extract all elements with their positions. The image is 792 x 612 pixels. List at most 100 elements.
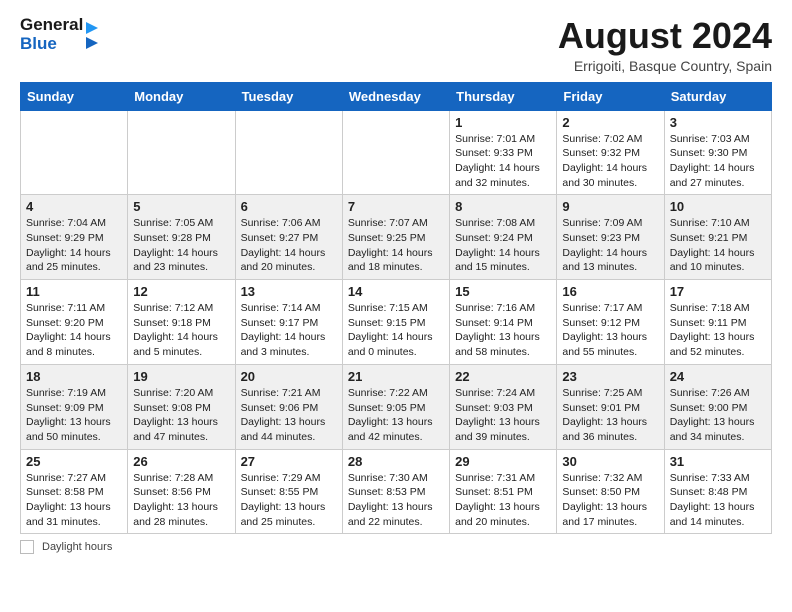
title-block: August 2024 Errigoiti, Basque Country, S…	[558, 16, 772, 74]
calendar-cell: 10Sunrise: 7:10 AM Sunset: 9:21 PM Dayli…	[664, 195, 771, 280]
calendar-cell: 7 Sunrise: 7:07 AM Sunset: 9:25 PM Daylig…	[342, 195, 449, 280]
calendar-cell: 21 Sunrise: 7:22 AM Sunset: 9:05 PM Dayli…	[342, 364, 449, 449]
day-number: 14	[348, 284, 444, 299]
day-info: Sunrise: 7:20 AM Sunset: 9:08 PM Dayligh…	[133, 386, 229, 445]
calendar-cell: 9 Sunrise: 7:09 AM Sunset: 9:23 PM Daylig…	[557, 195, 664, 280]
day-number: 2	[562, 115, 658, 130]
day-info: Sunrise: 7:04 AM Sunset: 9:29 PM Dayligh…	[26, 216, 122, 275]
calendar-cell: 1 Sunrise: 7:01 AM Sunset: 9:33 PM Daylig…	[450, 110, 557, 195]
day-info: Sunrise: 7:31 AM Sunset: 8:51 PM Dayligh…	[455, 471, 551, 530]
day-number: 21	[348, 369, 444, 384]
day-info: Sunrise: 7:19 AM Sunset: 9:09 PM Dayligh…	[26, 386, 122, 445]
day-info: Sunrise: 7:02 AM Sunset: 9:32 PM Dayligh…	[562, 132, 658, 191]
day-number: 23	[562, 369, 658, 384]
day-info: Sunrise: 7:18 AM Sunset: 9:11 PM Dayligh…	[670, 301, 766, 360]
day-info: Sunrise: 7:25 AM Sunset: 9:01 PM Dayligh…	[562, 386, 658, 445]
calendar-cell: 6Sunrise: 7:06 AM Sunset: 9:27 PM Daylig…	[235, 195, 342, 280]
day-info: Sunrise: 7:22 AM Sunset: 9:05 PM Dayligh…	[348, 386, 444, 445]
day-info: Sunrise: 7:33 AM Sunset: 8:48 PM Dayligh…	[670, 471, 766, 530]
calendar-cell: 12Sunrise: 7:12 AM Sunset: 9:18 PM Dayli…	[128, 280, 235, 365]
day-number: 27	[241, 454, 337, 469]
calendar-cell: 24Sunrise: 7:26 AM Sunset: 9:00 PM Dayli…	[664, 364, 771, 449]
day-header-thursday: Thursday	[450, 82, 557, 110]
day-info: Sunrise: 7:05 AM Sunset: 9:28 PM Dayligh…	[133, 216, 229, 275]
day-info: Sunrise: 7:29 AM Sunset: 8:55 PM Dayligh…	[241, 471, 337, 530]
day-info: Sunrise: 7:12 AM Sunset: 9:18 PM Dayligh…	[133, 301, 229, 360]
day-number: 3	[670, 115, 766, 130]
calendar-cell	[235, 110, 342, 195]
header: General Blue August 2024 Errigoiti, Basq…	[20, 16, 772, 74]
calendar-week-5: 25 Sunrise: 7:27 AM Sunset: 8:58 PM Dayli…	[21, 449, 772, 534]
footer: Daylight hours	[20, 540, 772, 554]
page: General Blue August 2024 Errigoiti, Basq…	[0, 0, 792, 564]
calendar-cell: 3 Sunrise: 7:03 AM Sunset: 9:30 PM Daylig…	[664, 110, 771, 195]
day-number: 9	[562, 199, 658, 214]
day-number: 17	[670, 284, 766, 299]
day-info: Sunrise: 7:27 AM Sunset: 8:58 PM Dayligh…	[26, 471, 122, 530]
day-info: Sunrise: 7:21 AM Sunset: 9:06 PM Dayligh…	[241, 386, 337, 445]
calendar-cell: 17 Sunrise: 7:18 AM Sunset: 9:11 PM Dayli…	[664, 280, 771, 365]
logo-arrow-icon	[86, 22, 98, 49]
calendar-cell	[342, 110, 449, 195]
calendar-cell: 4 Sunrise: 7:04 AM Sunset: 9:29 PM Daylig…	[21, 195, 128, 280]
calendar-subtitle: Errigoiti, Basque Country, Spain	[558, 58, 772, 74]
calendar-cell: 18 Sunrise: 7:19 AM Sunset: 9:09 PM Dayli…	[21, 364, 128, 449]
legend-label: Daylight hours	[42, 541, 112, 553]
day-header-friday: Friday	[557, 82, 664, 110]
day-header-wednesday: Wednesday	[342, 82, 449, 110]
day-info: Sunrise: 7:08 AM Sunset: 9:24 PM Dayligh…	[455, 216, 551, 275]
day-number: 19	[133, 369, 229, 384]
day-info: Sunrise: 7:24 AM Sunset: 9:03 PM Dayligh…	[455, 386, 551, 445]
day-info: Sunrise: 7:09 AM Sunset: 9:23 PM Dayligh…	[562, 216, 658, 275]
calendar-week-1: 1 Sunrise: 7:01 AM Sunset: 9:33 PM Daylig…	[21, 110, 772, 195]
calendar-cell	[128, 110, 235, 195]
logo-text-block: General Blue	[20, 16, 98, 53]
day-number: 25	[26, 454, 122, 469]
day-number: 13	[241, 284, 337, 299]
day-number: 18	[26, 369, 122, 384]
day-number: 1	[455, 115, 551, 130]
calendar-cell: 15Sunrise: 7:16 AM Sunset: 9:14 PM Dayli…	[450, 280, 557, 365]
calendar-cell: 8 Sunrise: 7:08 AM Sunset: 9:24 PM Daylig…	[450, 195, 557, 280]
day-header-tuesday: Tuesday	[235, 82, 342, 110]
day-number: 8	[455, 199, 551, 214]
logo-blue: Blue	[20, 35, 83, 54]
day-info: Sunrise: 7:03 AM Sunset: 9:30 PM Dayligh…	[670, 132, 766, 191]
calendar-cell: 25 Sunrise: 7:27 AM Sunset: 8:58 PM Dayli…	[21, 449, 128, 534]
calendar-week-2: 4 Sunrise: 7:04 AM Sunset: 9:29 PM Daylig…	[21, 195, 772, 280]
calendar-cell: 27 Sunrise: 7:29 AM Sunset: 8:55 PM Dayli…	[235, 449, 342, 534]
calendar-cell: 19 Sunrise: 7:20 AM Sunset: 9:08 PM Dayli…	[128, 364, 235, 449]
calendar-cell: 2 Sunrise: 7:02 AM Sunset: 9:32 PM Daylig…	[557, 110, 664, 195]
day-header-monday: Monday	[128, 82, 235, 110]
day-number: 20	[241, 369, 337, 384]
calendar-cell: 23 Sunrise: 7:25 AM Sunset: 9:01 PM Dayli…	[557, 364, 664, 449]
calendar-cell: 20 Sunrise: 7:21 AM Sunset: 9:06 PM Dayli…	[235, 364, 342, 449]
calendar-cell: 30Sunrise: 7:32 AM Sunset: 8:50 PM Dayli…	[557, 449, 664, 534]
day-number: 29	[455, 454, 551, 469]
calendar-cell: 13Sunrise: 7:14 AM Sunset: 9:17 PM Dayli…	[235, 280, 342, 365]
calendar-cell: 29 Sunrise: 7:31 AM Sunset: 8:51 PM Dayli…	[450, 449, 557, 534]
calendar-cell	[21, 110, 128, 195]
calendar-header-row: SundayMondayTuesdayWednesdayThursdayFrid…	[21, 82, 772, 110]
calendar-table: SundayMondayTuesdayWednesdayThursdayFrid…	[20, 82, 772, 535]
day-header-saturday: Saturday	[664, 82, 771, 110]
day-info: Sunrise: 7:01 AM Sunset: 9:33 PM Dayligh…	[455, 132, 551, 191]
day-number: 26	[133, 454, 229, 469]
calendar-cell: 5Sunrise: 7:05 AM Sunset: 9:28 PM Daylig…	[128, 195, 235, 280]
day-number: 11	[26, 284, 122, 299]
day-info: Sunrise: 7:11 AM Sunset: 9:20 PM Dayligh…	[26, 301, 122, 360]
day-info: Sunrise: 7:07 AM Sunset: 9:25 PM Dayligh…	[348, 216, 444, 275]
day-info: Sunrise: 7:32 AM Sunset: 8:50 PM Dayligh…	[562, 471, 658, 530]
calendar-cell: 16Sunrise: 7:17 AM Sunset: 9:12 PM Dayli…	[557, 280, 664, 365]
day-info: Sunrise: 7:26 AM Sunset: 9:00 PM Dayligh…	[670, 386, 766, 445]
day-number: 7	[348, 199, 444, 214]
day-info: Sunrise: 7:30 AM Sunset: 8:53 PM Dayligh…	[348, 471, 444, 530]
day-header-sunday: Sunday	[21, 82, 128, 110]
logo-general: General	[20, 16, 83, 35]
day-number: 31	[670, 454, 766, 469]
calendar-week-4: 18 Sunrise: 7:19 AM Sunset: 9:09 PM Dayli…	[21, 364, 772, 449]
day-info: Sunrise: 7:10 AM Sunset: 9:21 PM Dayligh…	[670, 216, 766, 275]
day-number: 28	[348, 454, 444, 469]
day-number: 4	[26, 199, 122, 214]
day-number: 16	[562, 284, 658, 299]
